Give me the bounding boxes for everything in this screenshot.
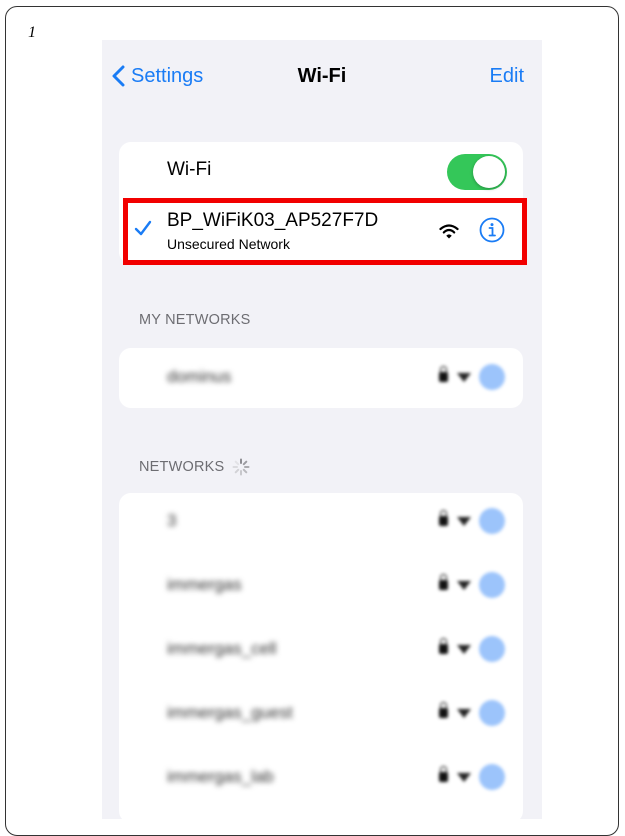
edit-button[interactable]: Edit [490,62,524,90]
page-title: Wi-Fi [297,65,347,87]
info-icon[interactable] [479,700,505,726]
lock-icon [439,574,448,590]
my-networks-card: dominus [119,348,523,408]
lock-icon [439,366,448,382]
wifi-label: Wi-Fi [167,159,212,180]
network-row[interactable]: immergas_guest [119,685,523,743]
lock-icon [439,766,448,782]
lock-icon [439,510,448,526]
wifi-signal-icon [457,372,471,382]
networks-card: 3 immergas immergas_cell immergas_guest … [119,493,523,819]
network-row[interactable]: dominus [119,349,523,407]
lock-icon [439,702,448,718]
networks-header-label: NETWORKS [139,459,225,475]
network-icons [439,364,505,390]
highlight-box [123,198,527,265]
network-name: immergas [167,575,242,594]
info-icon[interactable] [479,636,505,662]
wifi-toggle[interactable] [447,154,507,190]
network-name: immergas_cell [167,639,277,658]
toggle-knob [473,156,505,188]
info-icon[interactable] [479,508,505,534]
step-number: 1 [28,24,36,41]
wifi-signal-icon [457,516,471,526]
network-row[interactable]: 3 [119,493,523,551]
network-icons [439,700,505,726]
wifi-signal-icon [457,580,471,590]
network-icons [439,764,505,790]
my-networks-header: MY NETWORKS [139,312,251,328]
network-name: 3 [167,511,177,530]
network-name: immergas_guest [167,703,293,722]
wifi-signal-icon [457,772,471,782]
network-icons [439,572,505,598]
wifi-signal-icon [457,708,471,718]
wifi-toggle-row: Wi-Fi [119,142,523,200]
network-row[interactable]: immergas_lab [119,749,523,807]
network-icons [439,508,505,534]
info-icon[interactable] [479,364,505,390]
navigation-bar: Settings Wi-Fi Edit [102,40,542,110]
wifi-signal-icon [457,644,471,654]
lock-icon [439,638,448,654]
network-row[interactable]: immergas_cell [119,621,523,679]
network-name: dominus [167,367,232,386]
loading-spinner-icon [232,458,250,476]
info-icon[interactable] [479,764,505,790]
network-name: immergas_lab [167,767,274,786]
phone-screen: Settings Wi-Fi Edit Wi-Fi BP_WiFiK03_AP5… [102,40,542,819]
network-icons [439,636,505,662]
networks-header: NETWORKS [139,458,250,476]
network-row[interactable]: immergas [119,557,523,615]
info-icon[interactable] [479,572,505,598]
